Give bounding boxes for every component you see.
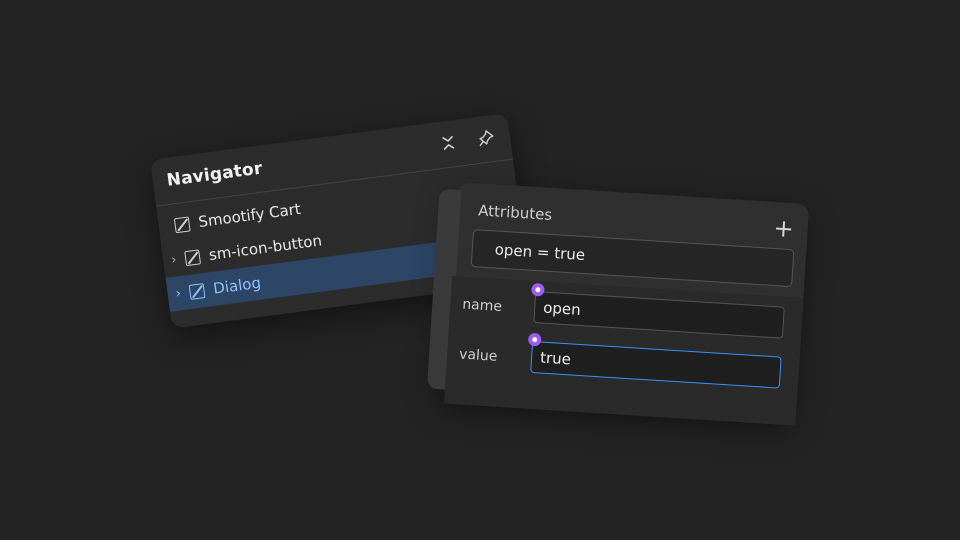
plus-icon[interactable]: + [773,214,795,243]
element-box-icon [184,248,201,266]
collapse-icon[interactable] [437,132,459,154]
name-label: name [461,296,503,315]
name-input[interactable] [533,291,785,339]
attribute-editor: name value [444,275,804,426]
tree-item-label: Smootify Cart [197,199,302,232]
element-box-icon [173,215,191,233]
pin-icon[interactable] [475,127,497,149]
tree-item-label: Dialog [212,273,262,298]
value-label: value [458,346,498,365]
attributes-panel: Attributes + open = true name value [426,182,810,426]
canvas: Navigator Smootify Cart › sm-icon-button [0,0,960,540]
element-box-icon [188,282,206,300]
attributes-title: Attributes [477,201,553,224]
navigator-title: Navigator [165,158,264,191]
